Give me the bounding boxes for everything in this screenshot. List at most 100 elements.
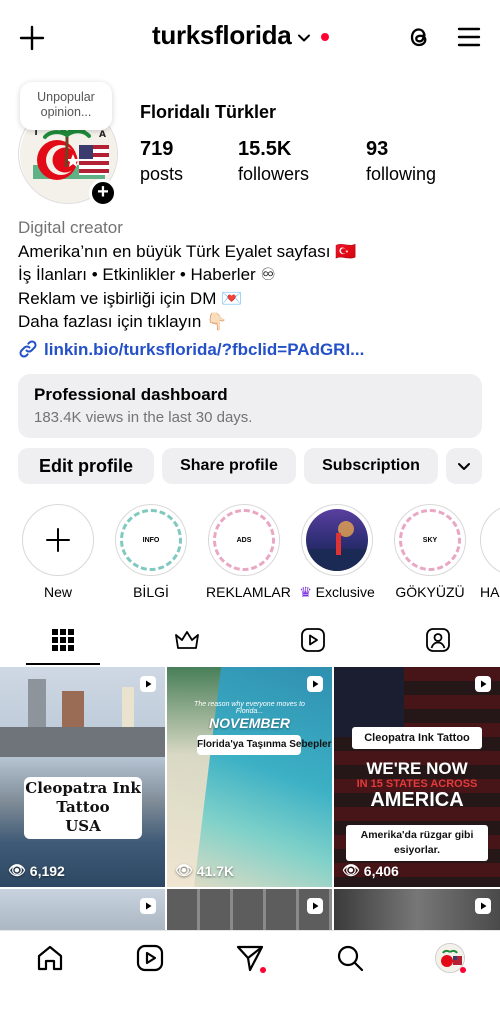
stat-following[interactable]: 93 following: [366, 138, 436, 185]
stat-value: 15.5K: [238, 138, 292, 160]
post-tile[interactable]: The reason why everyone moves to Florida…: [167, 667, 332, 887]
stat-followers[interactable]: 15.5K followers: [238, 138, 309, 185]
crown-icon: ♛: [299, 584, 312, 600]
post-caption: Florida'ya Taşınma Sebepleri: [197, 735, 332, 755]
highlight-label: HA: [480, 584, 500, 600]
highlight-cover-text: SKY: [422, 536, 438, 544]
reel-icon: [140, 676, 156, 692]
top-bar: turksflorida: [0, 0, 500, 76]
stat-posts[interactable]: 719 posts: [140, 138, 183, 185]
stat-value: 93: [366, 138, 389, 160]
display-name: Floridalı Türkler: [140, 102, 277, 122]
post-overlay-line: Cleopatra Ink: [25, 779, 141, 797]
notification-dot: [460, 967, 466, 973]
highlight-reklamlar[interactable]: ADS REKLAMLAR: [206, 504, 291, 600]
eye-icon: 👁: [342, 862, 360, 878]
highlight-ha[interactable]: HA: [480, 504, 500, 600]
eye-icon: 👁: [8, 862, 26, 878]
stat-label: posts: [140, 164, 184, 184]
grid-icon[interactable]: [49, 626, 77, 654]
bio-link[interactable]: linkin.bio/turksflorida/?fbclid=PAdGRI..…: [18, 338, 488, 362]
post-views: 👁 41.7K: [175, 862, 234, 879]
highlight-label: New: [43, 584, 72, 600]
notification-dot: [260, 967, 266, 973]
search-icon[interactable]: [335, 943, 365, 973]
post-caption: Amerika'da rüzgar gibi esiyorlar.: [346, 825, 488, 861]
highlight-label: BİLGİ: [133, 584, 169, 600]
plus-icon[interactable]: [18, 24, 46, 52]
highlight-label-wrap: ♛ Exclusive: [299, 584, 375, 601]
posts-grid: Cleopatra Ink Tattoo USA 👁 6,192 The rea…: [0, 667, 500, 930]
professional-dashboard[interactable]: Professional dashboard 183.4K views in t…: [18, 374, 482, 438]
highlight-cover-text: INFO: [142, 536, 160, 544]
crown-icon[interactable]: [173, 626, 201, 654]
dashboard-subtitle: 183.4K views in the last 30 days.: [34, 409, 253, 426]
post-views: 👁 6,406: [342, 862, 399, 879]
stat-label: followers: [238, 164, 310, 184]
post-tile[interactable]: [167, 889, 332, 930]
reels-icon[interactable]: [135, 943, 165, 973]
view-count: 6,192: [29, 862, 65, 879]
home-icon[interactable]: [35, 943, 65, 973]
exclusive-cover-image: [306, 521, 368, 571]
highlight-gokyuzu[interactable]: SKY GÖKYÜZÜ: [392, 504, 468, 600]
post-overlay-line: Tattoo: [56, 798, 110, 816]
account-switcher[interactable]: turksflorida: [152, 20, 330, 51]
link-icon: [19, 340, 37, 358]
stat-label: following: [366, 164, 437, 184]
active-tab-indicator: [26, 663, 100, 665]
view-count: 6,406: [363, 862, 399, 879]
highlight-exclusive[interactable]: ♛ Exclusive: [299, 504, 375, 601]
highlight-label: Exclusive: [315, 584, 375, 600]
post-tile[interactable]: Cleopatra Ink Tattoo WE'RE NOW IN 15 STA…: [334, 667, 500, 887]
post-brand: Cleopatra Ink Tattoo: [352, 727, 482, 749]
bio: Digital creator Amerika’nın en büyük Tür…: [18, 216, 488, 361]
suggested-people-button[interactable]: [446, 448, 482, 484]
chevron-down-icon: [458, 463, 470, 470]
post-tile[interactable]: [334, 889, 500, 930]
edit-profile-button[interactable]: Edit profile: [18, 448, 154, 484]
highlight-label: GÖKYÜZÜ: [395, 584, 465, 600]
reel-icon: [475, 676, 491, 692]
highlight-label: REKLAMLAR: [206, 584, 291, 600]
bio-line: Amerika’nın en büyük Türk Eyalet sayfası…: [18, 241, 357, 261]
post-headline: WE'RE NOW: [366, 759, 468, 778]
add-story-icon[interactable]: +: [89, 179, 117, 207]
bio-link-text: linkin.bio/turksflorida/?fbclid=PAdGRI..…: [44, 339, 365, 359]
bio-line: İş İlanları • Etkinlikler • Haberler ♾: [18, 265, 276, 284]
profile-note[interactable]: Unpopular opinion...: [20, 82, 112, 130]
highlight-cover-text: ADS: [236, 536, 252, 544]
post-small-text: The reason why everyone moves to Florida…: [194, 701, 305, 715]
username: turksflorida: [152, 20, 292, 50]
reels-icon[interactable]: [299, 626, 327, 654]
plus-icon: [46, 528, 70, 552]
reel-icon: [475, 898, 491, 914]
eye-icon: 👁: [175, 862, 193, 878]
threads-icon[interactable]: [404, 22, 434, 52]
profile-tabs: [0, 620, 500, 666]
post-headline: AMERICA: [370, 789, 464, 811]
post-month: NOVEMBER: [209, 715, 290, 731]
tagged-icon[interactable]: [424, 626, 452, 654]
post-tile[interactable]: [0, 889, 165, 930]
post-views: 👁 6,192: [8, 862, 65, 879]
subscription-button[interactable]: Subscription: [304, 448, 438, 484]
reel-icon: [307, 898, 323, 914]
reel-icon: [307, 676, 323, 692]
notification-dot: [321, 32, 330, 41]
post-tile[interactable]: Cleopatra Ink Tattoo USA 👁 6,192: [0, 667, 165, 887]
share-profile-button[interactable]: Share profile: [162, 448, 296, 484]
bio-line: Daha fazlası için tıklayın 👇🏻: [18, 312, 228, 331]
post-overlay-line: USA: [65, 817, 101, 835]
chevron-down-icon: [298, 34, 311, 41]
bottom-nav: [0, 930, 500, 1024]
svg-text:A: A: [99, 130, 106, 140]
bio-line: Reklam ve işbirliği için DM 💌: [18, 288, 243, 308]
view-count: 41.7K: [196, 862, 235, 879]
highlight-bilgi[interactable]: INFO BİLGİ: [113, 504, 189, 600]
menu-icon[interactable]: [456, 24, 482, 50]
reel-icon: [140, 898, 156, 914]
highlight-new[interactable]: New: [20, 504, 96, 600]
dashboard-title: Professional dashboard: [34, 385, 228, 404]
category-label: Digital creator: [18, 218, 123, 237]
